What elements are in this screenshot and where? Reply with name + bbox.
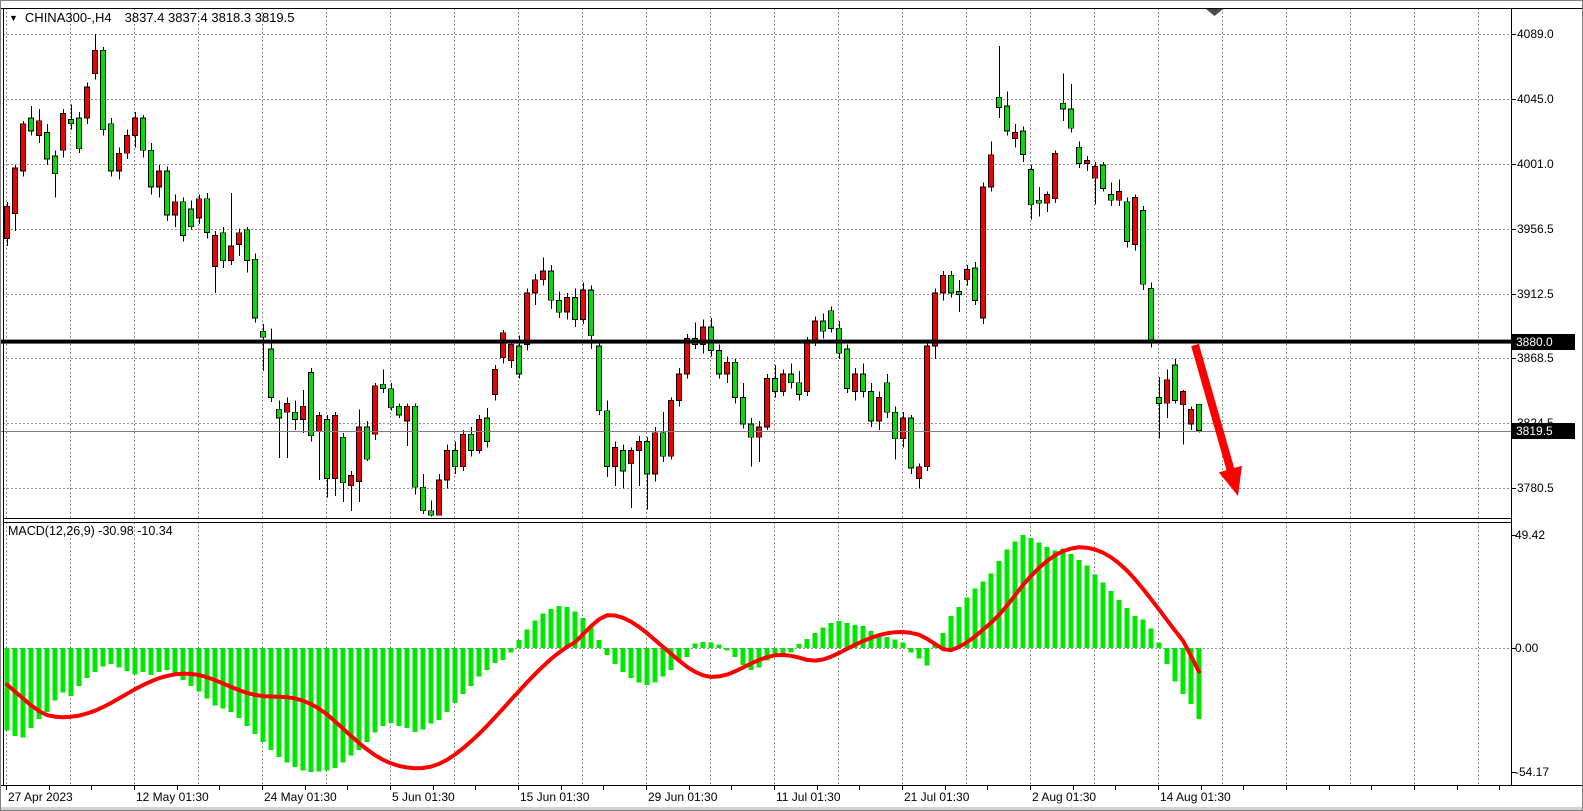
chart-canvas[interactable] (1, 1, 1583, 811)
macd-signal-line (7, 547, 1199, 768)
time-axis-label: 11 Jul 01:30 (776, 789, 841, 805)
chart-title: ▼ CHINA300-,H4 3837.4 3837.4 3818.3 3819… (9, 10, 295, 25)
macd-axis-label: -54.17 (1515, 764, 1549, 780)
price-badge: 3880.0 (1512, 334, 1575, 350)
time-axis-label: 21 Jul 01:30 (904, 789, 969, 805)
macd-histogram (5, 535, 1202, 772)
price-axis-label: 3868.5 (1517, 350, 1554, 366)
time-axis-label: 5 Jun 01:30 (392, 789, 455, 805)
trend-arrow[interactable] (1195, 345, 1242, 496)
time-axis-label: 29 Jun 01:30 (648, 789, 717, 805)
window-chrome-strip (1, 807, 1583, 811)
time-axis-label: 27 Apr 2023 (8, 789, 73, 805)
chart-window: ▼ CHINA300-,H4 3837.4 3837.4 3818.3 3819… (0, 0, 1583, 811)
collapse-triangle-icon[interactable]: ▼ (9, 13, 18, 23)
price-axis-label: 3956.5 (1517, 221, 1554, 237)
hline-3880[interactable] (1, 340, 1511, 344)
macd-axis-label: 49.42 (1515, 527, 1545, 543)
ohlc-values: 3837.4 3837.4 3818.3 3819.5 (125, 10, 295, 25)
time-axis-label: 15 Jun 01:30 (520, 789, 589, 805)
price-axis-label: 3912.5 (1517, 286, 1554, 302)
time-axis-label: 2 Aug 01:30 (1032, 789, 1096, 805)
price-axis-label: 4045.0 (1517, 91, 1554, 107)
price-axis-label: 4001.0 (1517, 156, 1554, 172)
price-axis-label: 3780.5 (1517, 480, 1554, 496)
time-scale[interactable]: 27 Apr 2023 12 May 01:30 24 May 01:30 5 Jun… (1, 786, 1583, 807)
macd-axis-label: 0.00 (1515, 640, 1538, 656)
time-axis-label: 14 Aug 01:30 (1160, 789, 1231, 805)
macd-indicator-label: MACD(12,26,9) -30.98 -10.34 (8, 524, 173, 538)
time-axis-label: 12 May 01:30 (136, 789, 209, 805)
price-badge: 3819.5 (1512, 423, 1575, 439)
candles-series (5, 34, 1202, 517)
price-scale[interactable]: 4089.04045.04001.03956.53912.53868.53824… (1512, 1, 1583, 785)
time-axis-label: 24 May 01:30 (264, 789, 337, 805)
symbol-period-label: CHINA300-,H4 (25, 10, 112, 25)
price-axis-label: 4089.0 (1517, 26, 1554, 42)
shift-marker-icon[interactable] (1206, 9, 1223, 16)
